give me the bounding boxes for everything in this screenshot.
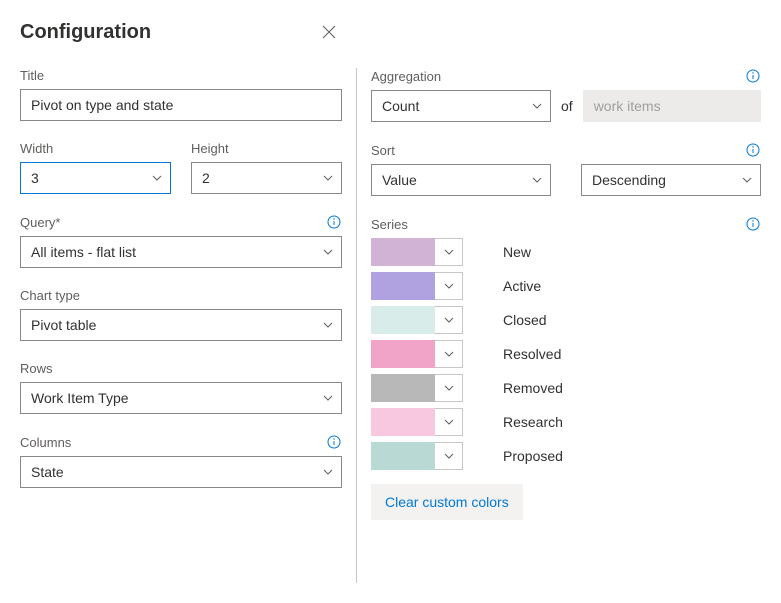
color-swatch[interactable] — [371, 306, 435, 334]
dialog-header: Configuration — [20, 20, 761, 44]
series-item: Closed — [371, 306, 761, 334]
chevron-down-icon — [443, 246, 455, 258]
color-swatch[interactable] — [371, 238, 435, 266]
color-dropdown-button[interactable] — [435, 306, 463, 334]
color-dropdown-button[interactable] — [435, 238, 463, 266]
sort-direction-select[interactable]: Descending — [581, 164, 761, 196]
color-dropdown-button[interactable] — [435, 408, 463, 436]
info-icon[interactable] — [326, 214, 342, 230]
sort-label: Sort — [371, 143, 395, 158]
height-select[interactable]: 2 — [191, 162, 342, 194]
info-icon[interactable] — [745, 68, 761, 84]
close-button[interactable] — [317, 20, 341, 44]
title-label: Title — [20, 68, 44, 83]
series-label-text: New — [503, 244, 531, 260]
series-label-text: Closed — [503, 312, 547, 328]
columns-select[interactable]: State — [20, 456, 342, 488]
series-label-text: Removed — [503, 380, 563, 396]
series-label: Series — [371, 217, 408, 232]
aggregation-of-text: of — [561, 98, 573, 114]
color-dropdown-button[interactable] — [435, 272, 463, 300]
aggregation-label: Aggregation — [371, 69, 441, 84]
right-panel: Aggregation Count of wor — [356, 68, 761, 583]
series-list: New Active Closed Resolved Removed Research Pr… — [371, 238, 761, 470]
series-item: Resolved — [371, 340, 761, 368]
width-label: Width — [20, 141, 53, 156]
aggregation-select[interactable]: Count — [371, 90, 551, 122]
width-select[interactable]: 3 — [20, 162, 171, 194]
series-label-text: Proposed — [503, 448, 563, 464]
series-item: New — [371, 238, 761, 266]
height-label: Height — [191, 141, 229, 156]
close-icon — [321, 24, 337, 40]
charttype-label: Chart type — [20, 288, 80, 303]
color-swatch[interactable] — [371, 442, 435, 470]
rows-label: Rows — [20, 361, 53, 376]
series-label-text: Active — [503, 278, 541, 294]
aggregation-target-display: work items — [583, 90, 761, 122]
color-swatch[interactable] — [371, 272, 435, 300]
series-label-text: Research — [503, 414, 563, 430]
columns-label: Columns — [20, 435, 71, 450]
color-swatch[interactable] — [371, 408, 435, 436]
info-icon[interactable] — [745, 216, 761, 232]
info-icon[interactable] — [745, 142, 761, 158]
series-item: Research — [371, 408, 761, 436]
sort-by-select[interactable]: Value — [371, 164, 551, 196]
title-input[interactable] — [20, 89, 342, 121]
charttype-select[interactable]: Pivot table — [20, 309, 342, 341]
color-dropdown-button[interactable] — [435, 374, 463, 402]
query-label: Query* — [20, 215, 60, 230]
color-swatch[interactable] — [371, 374, 435, 402]
clear-custom-colors-button[interactable]: Clear custom colors — [371, 484, 523, 520]
left-panel: Title Width 3 — [20, 68, 356, 583]
dialog-title: Configuration — [20, 21, 151, 44]
chevron-down-icon — [443, 348, 455, 360]
chevron-down-icon — [443, 450, 455, 462]
chevron-down-icon — [443, 314, 455, 326]
color-swatch[interactable] — [371, 340, 435, 368]
chevron-down-icon — [443, 280, 455, 292]
series-label-text: Resolved — [503, 346, 561, 362]
chevron-down-icon — [443, 416, 455, 428]
query-select[interactable]: All items - flat list — [20, 236, 342, 268]
series-item: Proposed — [371, 442, 761, 470]
series-item: Active — [371, 272, 761, 300]
color-dropdown-button[interactable] — [435, 442, 463, 470]
color-dropdown-button[interactable] — [435, 340, 463, 368]
chevron-down-icon — [443, 382, 455, 394]
rows-select[interactable]: Work Item Type — [20, 382, 342, 414]
info-icon[interactable] — [326, 434, 342, 450]
series-item: Removed — [371, 374, 761, 402]
